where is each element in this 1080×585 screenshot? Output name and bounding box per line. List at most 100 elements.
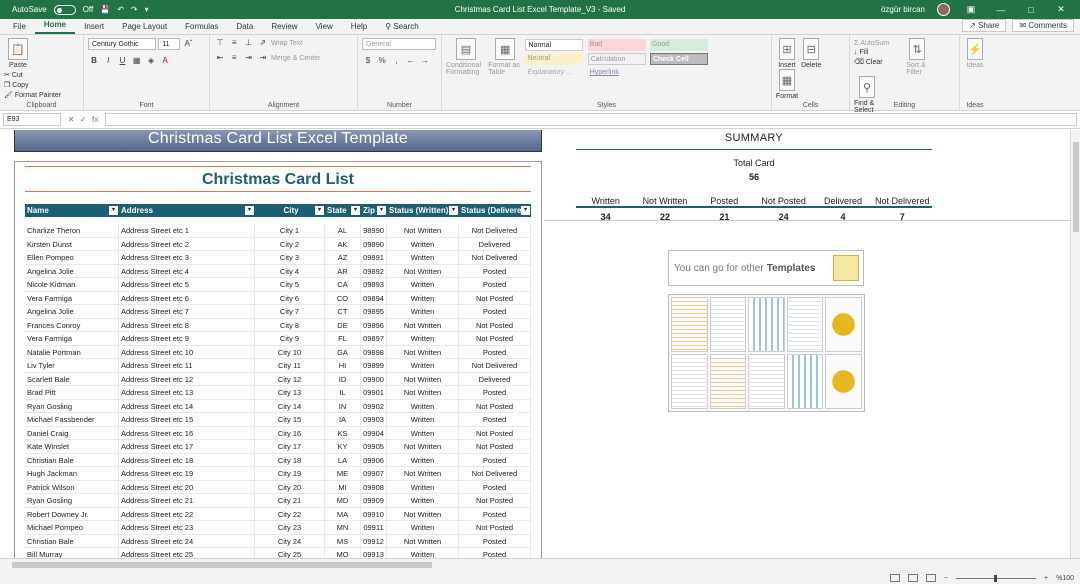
table-cell[interactable]: City 18 xyxy=(255,453,325,466)
format-painter-button[interactable]: 🖌 Format Painter xyxy=(4,91,61,99)
grow-font-icon[interactable]: Aˆ xyxy=(182,39,194,48)
table-cell[interactable]: Address Street etc 12 xyxy=(119,372,255,385)
tab-file[interactable]: File xyxy=(4,22,35,34)
vertical-scrollbar[interactable] xyxy=(1070,130,1080,558)
table-row[interactable]: Frances Conroy Address Street etc 8 City 8… xyxy=(25,318,531,332)
table-cell[interactable]: 98990 xyxy=(361,224,387,237)
table-cell[interactable]: Written xyxy=(387,548,459,558)
table-cell[interactable]: Written xyxy=(387,291,459,304)
table-cell[interactable]: 09900 xyxy=(361,372,387,385)
table-cell[interactable]: Not Written xyxy=(387,224,459,237)
table-cell[interactable]: Not Delivered xyxy=(459,251,531,264)
table-cell[interactable]: IL xyxy=(325,386,361,399)
table-cell[interactable]: Address Street etc 21 xyxy=(119,494,255,507)
table-cell[interactable]: City 5 xyxy=(255,278,325,291)
currency-icon[interactable]: $ xyxy=(362,56,374,65)
delete-button[interactable]: ⊟ Delete xyxy=(800,38,822,69)
table-cell[interactable]: Bill Murray xyxy=(25,548,119,558)
cancel-icon[interactable]: ✕ xyxy=(68,115,75,124)
share-button[interactable]: ↗ Share xyxy=(962,19,1007,32)
autosum-button[interactable]: Σ AutoSum xyxy=(854,40,904,47)
table-cell[interactable]: City 14 xyxy=(255,399,325,412)
table-cell[interactable]: HI xyxy=(325,359,361,372)
table-cell[interactable]: City 12 xyxy=(255,372,325,385)
user-name[interactable]: özgür bircan xyxy=(881,5,925,14)
table-cell[interactable]: Delivered xyxy=(459,237,531,250)
table-cell[interactable]: Robert Downey Jr. xyxy=(25,507,119,520)
table-row[interactable]: Michael Fassbender Address Street etc 15 C… xyxy=(25,413,531,427)
table-cell[interactable]: City 22 xyxy=(255,507,325,520)
table-cell[interactable]: CO xyxy=(325,291,361,304)
formula-input[interactable] xyxy=(105,113,1077,126)
table-cell[interactable]: MS xyxy=(325,534,361,547)
col-zip[interactable]: Zip ▾ xyxy=(361,204,387,217)
table-cell[interactable]: 09906 xyxy=(361,453,387,466)
table-cell[interactable]: Not Posted xyxy=(459,440,531,453)
table-cell[interactable]: Not Written xyxy=(387,440,459,453)
col-name[interactable]: Name ▾ xyxy=(25,204,119,217)
table-cell[interactable]: City 8 xyxy=(255,318,325,331)
table-cell[interactable]: Address Street etc 20 xyxy=(119,480,255,493)
fx-icon[interactable]: fx xyxy=(92,115,98,124)
insert-button[interactable]: ⊞ Insert xyxy=(776,38,798,69)
table-cell[interactable]: MA xyxy=(325,507,361,520)
table-cell[interactable]: LA xyxy=(325,453,361,466)
table-cell[interactable]: 09891 xyxy=(361,251,387,264)
col-status-written[interactable]: Status (Written) ▾ xyxy=(387,204,459,217)
table-cell[interactable]: Christian Bale xyxy=(25,453,119,466)
table-row[interactable]: Angelina Jolie Address Street etc 7 City 7… xyxy=(25,305,531,319)
align-top-icon[interactable]: ⊤ xyxy=(214,38,226,47)
tab-help[interactable]: Help xyxy=(342,22,376,34)
table-cell[interactable]: MO xyxy=(325,548,361,558)
format-button[interactable]: ▦ Format xyxy=(776,69,798,100)
table-cell[interactable]: Brad Pitt xyxy=(25,386,119,399)
table-cell[interactable]: Address Street etc 18 xyxy=(119,453,255,466)
table-cell[interactable]: Written xyxy=(387,521,459,534)
table-cell[interactable]: Hugh Jackman xyxy=(25,467,119,480)
scroll-thumb[interactable] xyxy=(12,562,432,568)
tab-formulas[interactable]: Formulas xyxy=(176,22,227,34)
number-format-select[interactable]: General xyxy=(362,38,436,50)
table-cell[interactable]: Kirsten Dunst xyxy=(25,237,119,250)
table-cell[interactable]: Posted xyxy=(459,264,531,277)
restore-icon[interactable]: □ xyxy=(1022,5,1040,15)
table-cell[interactable]: City 2 xyxy=(255,237,325,250)
table-cell[interactable]: IA xyxy=(325,413,361,426)
table-cell[interactable]: Not Posted xyxy=(459,291,531,304)
merge-center-button[interactable]: Merge & Center xyxy=(271,55,320,62)
table-cell[interactable]: City 23 xyxy=(255,521,325,534)
table-cell[interactable]: 09892 xyxy=(361,264,387,277)
table-cell[interactable]: Christian Bale xyxy=(25,534,119,547)
style-calculation[interactable]: Calculation xyxy=(587,53,646,65)
table-cell[interactable]: City 3 xyxy=(255,251,325,264)
table-cell[interactable]: City 19 xyxy=(255,467,325,480)
table-cell[interactable]: Written xyxy=(387,480,459,493)
table-cell[interactable]: Vera Farmiga xyxy=(25,291,119,304)
table-cell[interactable]: Address Street etc 2 xyxy=(119,237,255,250)
autosave-toggle[interactable] xyxy=(53,4,76,15)
table-cell[interactable]: Daniel Craig xyxy=(25,426,119,439)
col-address[interactable]: Address ▾ xyxy=(119,204,255,217)
table-cell[interactable]: Charlize Theron xyxy=(25,224,119,237)
table-cell[interactable]: City 1 xyxy=(255,224,325,237)
table-cell[interactable]: Address Street etc 22 xyxy=(119,507,255,520)
table-cell[interactable]: Posted xyxy=(459,386,531,399)
table-cell[interactable]: Address Street etc 11 xyxy=(119,359,255,372)
table-row[interactable]: Ryan Gosling Address Street etc 21 City 21… xyxy=(25,494,531,508)
table-cell[interactable]: 09893 xyxy=(361,278,387,291)
style-hyperlink[interactable]: Hyperlink xyxy=(588,67,646,79)
table-cell[interactable]: 09890 xyxy=(361,237,387,250)
table-cell[interactable]: Written xyxy=(387,278,459,291)
clear-button[interactable]: ⌫ Clear xyxy=(854,58,904,66)
name-box[interactable]: E93 xyxy=(3,113,61,126)
table-cell[interactable]: Not Posted xyxy=(459,521,531,534)
table-cell[interactable]: 09895 xyxy=(361,305,387,318)
align-middle-icon[interactable]: ≡ xyxy=(228,38,240,47)
fill-button[interactable]: ↓ Fill xyxy=(854,49,904,56)
table-cell[interactable]: Not Written xyxy=(387,507,459,520)
templates-preview-image[interactable] xyxy=(668,294,865,412)
align-center-icon[interactable]: ≡ xyxy=(228,53,240,62)
filter-dropdown-icon[interactable]: ▾ xyxy=(521,206,530,215)
table-cell[interactable]: CA xyxy=(325,278,361,291)
table-cell[interactable]: City 25 xyxy=(255,548,325,558)
